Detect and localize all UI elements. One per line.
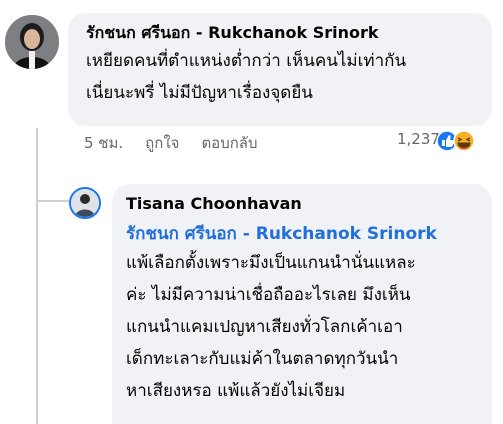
comment-actions: 5 ชม. ถูกใจ ตอบกลับ [84, 131, 258, 155]
comment-author[interactable]: รักชนก ศรีนอก - Rukchanok Srinork [86, 21, 379, 46]
profile-photo-icon [5, 15, 59, 69]
comment-line: เนี่ยนะพรี่ ไม่มีปัญหาเรื่องจุดยืน [86, 83, 313, 103]
like-button[interactable]: ถูกใจ [145, 131, 179, 155]
reactions[interactable] [436, 130, 476, 152]
thread-line [36, 128, 38, 424]
reply-author[interactable]: Tisana Choonhavan [126, 194, 302, 213]
reply-avatar[interactable] [69, 187, 101, 219]
comment-line: เหยียดคนที่ตำแหน่งต่ำกว่า เห็นคนไม่เท่าก… [86, 51, 407, 71]
reply-line: ค่ะ ไม่มีความน่าเชื่อถืออะไรเลย มึงเห็น [126, 285, 411, 305]
avatar[interactable] [5, 15, 59, 69]
reply-bubble: Tisana Choonhavan รักชนก ศรีนอก - Rukcha… [112, 184, 492, 424]
reply-line: เด็กทะเลาะกับแม่ค้าในตลาดทุกวันนำ [126, 349, 399, 369]
reply-line: หาเสียงหรอ แพ้แล้วยังไม่เจียม [126, 381, 346, 401]
comment-bubble: รักชนก ศรีนอก - Rukchanok Srinork เหยียด… [68, 13, 492, 126]
reply-button[interactable]: ตอบกลับ [201, 131, 257, 155]
haha-icon [453, 130, 475, 152]
reply-line: แพ้เลือกตั้งเพราะมึงเป็นแกนนำนั่นแหละ [126, 253, 416, 273]
reaction-count[interactable]: 1,237 [397, 130, 440, 148]
profile-photo-icon [71, 189, 99, 217]
reply-text: แพ้เลือกตั้งเพราะมึงเป็นแกนนำนั่นแหละ ค่… [126, 247, 416, 407]
reply-line: แกนนำแคมเปญหาเสียงทั่วโลกเค้าเอา [126, 317, 403, 337]
timestamp[interactable]: 5 ชม. [84, 131, 123, 155]
mention-link[interactable]: รักชนก ศรีนอก - Rukchanok Srinork [126, 220, 437, 247]
comment-text: เหยียดคนที่ตำแหน่งต่ำกว่า เห็นคนไม่เท่าก… [86, 45, 406, 109]
